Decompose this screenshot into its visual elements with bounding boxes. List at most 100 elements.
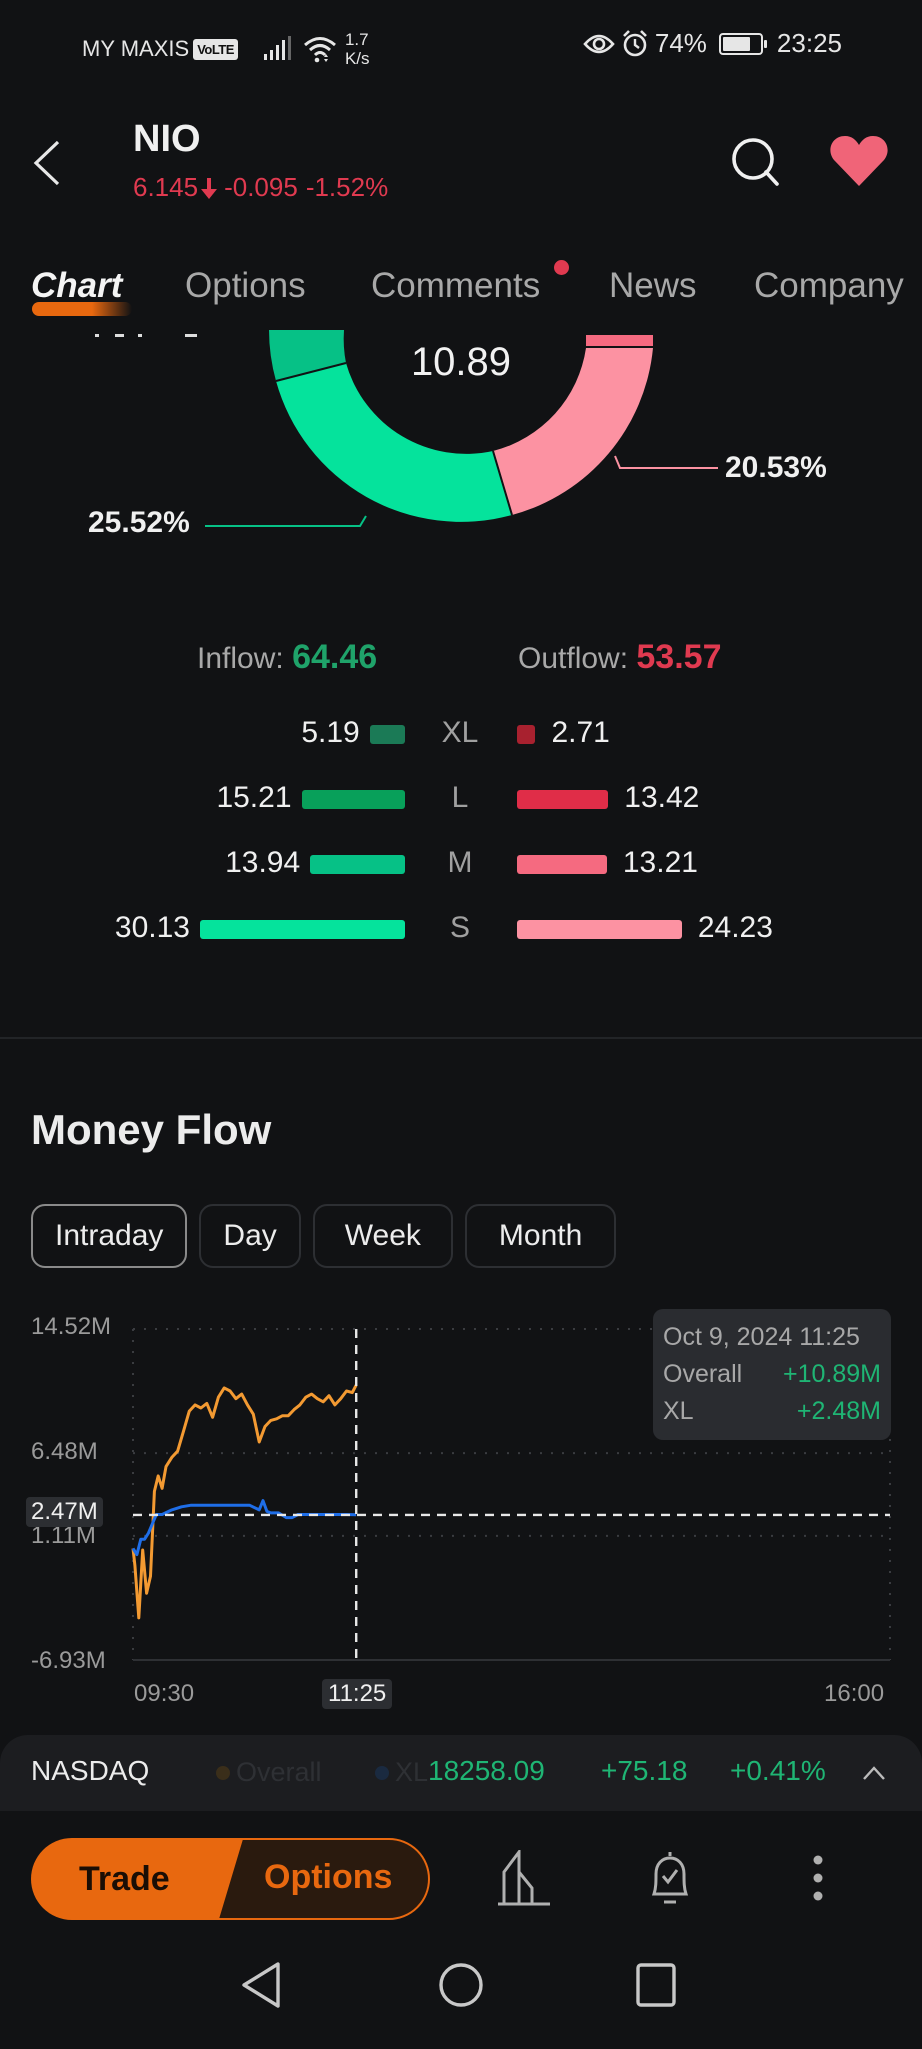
- nav-home-icon[interactable]: [436, 1960, 486, 2010]
- search-icon[interactable]: [728, 134, 782, 188]
- inflow-amount: 13.94: [225, 846, 301, 879]
- crosshair-x-label: 11:25: [322, 1679, 393, 1709]
- x-tick-label: 09:30: [134, 1680, 195, 1707]
- order-size-category: S: [449, 911, 470, 944]
- y-tick-label: 6.48M: [31, 1438, 98, 1465]
- donut-label-inflow-s: 25.52%: [88, 506, 190, 539]
- alert-bell-icon[interactable]: [640, 1850, 700, 1910]
- tooltip-row-overall: Overall +10.89M: [663, 1360, 881, 1397]
- ticker-symbol: NIO: [133, 118, 201, 160]
- volte-badge: VoLTE: [193, 38, 238, 60]
- outflow-amount: 24.23: [697, 911, 773, 944]
- action-bar: Trade Options: [0, 1838, 922, 1922]
- network-speed: 1.7 K/s: [345, 30, 370, 68]
- period-month[interactable]: Month: [464, 1204, 617, 1268]
- donut-label-outflow-s: 20.53%: [725, 451, 827, 484]
- inflow-bar: [200, 920, 405, 939]
- alarm-icon: [622, 29, 647, 56]
- tooltip-label: XL: [663, 1397, 694, 1425]
- tooltip-label: Overall: [663, 1360, 743, 1388]
- last-price: 6.145: [133, 172, 199, 202]
- notification-dot: [554, 260, 569, 275]
- series-line-overall: [131, 1384, 358, 1620]
- inflow-amount: 5.19: [301, 716, 360, 749]
- status-bar-left: MY MAXIS VoLTE 1.7 K/s: [82, 30, 370, 68]
- index-name: NASDAQ: [31, 1755, 150, 1786]
- outflow-amount: 2.71: [551, 716, 610, 749]
- cutoff-label-top: [95, 334, 197, 337]
- speed-value: 1.7: [344, 30, 369, 49]
- y-tick-label: -6.93M: [31, 1647, 106, 1674]
- tab-comments[interactable]: Comments: [371, 266, 540, 306]
- donut-center-value: 10.89: [410, 340, 512, 384]
- status-bar-right: 74% 23:25: [583, 28, 842, 59]
- inflow-total: Inflow: 64.46: [197, 638, 377, 677]
- chart-tooltip: Oct 9, 2024 11:25 Overall +10.89M XL +2.…: [653, 1309, 891, 1440]
- tooltip-value: +10.89M: [783, 1360, 881, 1388]
- outflow-bar: [517, 725, 536, 744]
- x-tick-label: 16:00: [824, 1680, 885, 1707]
- outflow-bar: [517, 920, 682, 939]
- tab-company[interactable]: Company: [754, 266, 904, 306]
- legend-ghost-label: XL: [395, 1757, 429, 1787]
- outflow-amount: 13.42: [624, 781, 700, 814]
- legend-ghost-label: Overall: [236, 1757, 322, 1787]
- legend-ghost-xl: XL: [375, 1757, 428, 1788]
- options-button[interactable]: Options: [216, 1838, 430, 1920]
- section-divider: [0, 1037, 922, 1039]
- tooltip-datetime: Oct 9, 2024 11:25: [663, 1323, 860, 1351]
- down-arrow-icon: [201, 177, 218, 199]
- inflow-value: 64.46: [292, 638, 378, 676]
- nav-back-icon[interactable]: [238, 1960, 288, 2010]
- order-size-category: M: [447, 846, 473, 879]
- inflow-bar: [369, 725, 405, 744]
- nav-recents-icon[interactable]: [632, 1960, 682, 2010]
- order-size-row: 15.21 L 13.42: [0, 777, 922, 821]
- tab-options[interactable]: Options: [185, 266, 306, 306]
- tab-bar: Chart Options Comments News Company: [0, 260, 922, 320]
- outflow-label: Outflow:: [518, 642, 629, 675]
- crosshair-y-label: 2.47M: [26, 1497, 103, 1527]
- price-change-pct: -1.52%: [305, 172, 389, 202]
- outflow-amount: 13.21: [622, 846, 698, 879]
- inflow-amount: 30.13: [114, 911, 190, 944]
- inflow-label: Inflow:: [197, 642, 284, 675]
- tooltip-row-xl: XL +2.48M: [663, 1397, 881, 1434]
- back-arrow-icon[interactable]: [30, 138, 64, 188]
- index-ticker-bar[interactable]: NASDAQ Overall XL 18258.09 +75.18 +0.41%: [0, 1735, 922, 1811]
- period-selector: Intraday Day Week Month: [31, 1204, 617, 1268]
- order-size-category: L: [451, 781, 469, 814]
- inflow-amount: 15.21: [216, 781, 292, 814]
- tooltip-value: +2.48M: [796, 1397, 881, 1425]
- building-icon[interactable]: [494, 1850, 554, 1910]
- index-change: +75.18: [601, 1755, 688, 1786]
- period-intraday[interactable]: Intraday: [31, 1204, 188, 1268]
- status-bar: MY MAXIS VoLTE 1.7 K/s 74% 23:25: [0, 0, 922, 90]
- money-flow-chart[interactable]: 14.52M 6.48M 1.11M -6.93M 2.47M 09:30 11…: [0, 1300, 922, 1720]
- legend-ghost-overall: Overall: [216, 1757, 322, 1788]
- inflow-bar: [301, 790, 405, 809]
- outflow-bar: [517, 790, 609, 809]
- signal-icon: [263, 36, 291, 60]
- series-line-xl: [131, 1499, 357, 1557]
- trade-button[interactable]: Trade: [31, 1838, 243, 1920]
- tab-news[interactable]: News: [609, 266, 697, 306]
- clock: 23:25: [776, 28, 842, 58]
- index-change-pct: +0.41%: [730, 1755, 826, 1786]
- outflow-bar: [517, 855, 607, 874]
- period-week[interactable]: Week: [312, 1204, 453, 1268]
- tab-chart[interactable]: Chart: [31, 266, 122, 306]
- eye-icon: [583, 34, 615, 53]
- more-vertical-icon[interactable]: [788, 1850, 848, 1910]
- order-size-row: 5.19 XL 2.71: [0, 712, 922, 756]
- order-size-row: 30.13 S 24.23: [0, 907, 922, 951]
- donut-slice-inflow-s: [276, 363, 512, 522]
- y-tick-label: 14.52M: [31, 1313, 112, 1340]
- heart-icon[interactable]: [828, 134, 890, 188]
- capital-distribution-donut: 10.89 25.52% 20.53%: [0, 320, 922, 560]
- period-day[interactable]: Day: [199, 1204, 301, 1268]
- outflow-value: 53.57: [636, 638, 722, 676]
- carrier-name: MY MAXIS: [82, 36, 190, 61]
- price-line: 6.145 -0.095 -1.52%: [133, 172, 388, 203]
- chevron-up-icon[interactable]: [862, 1765, 886, 1781]
